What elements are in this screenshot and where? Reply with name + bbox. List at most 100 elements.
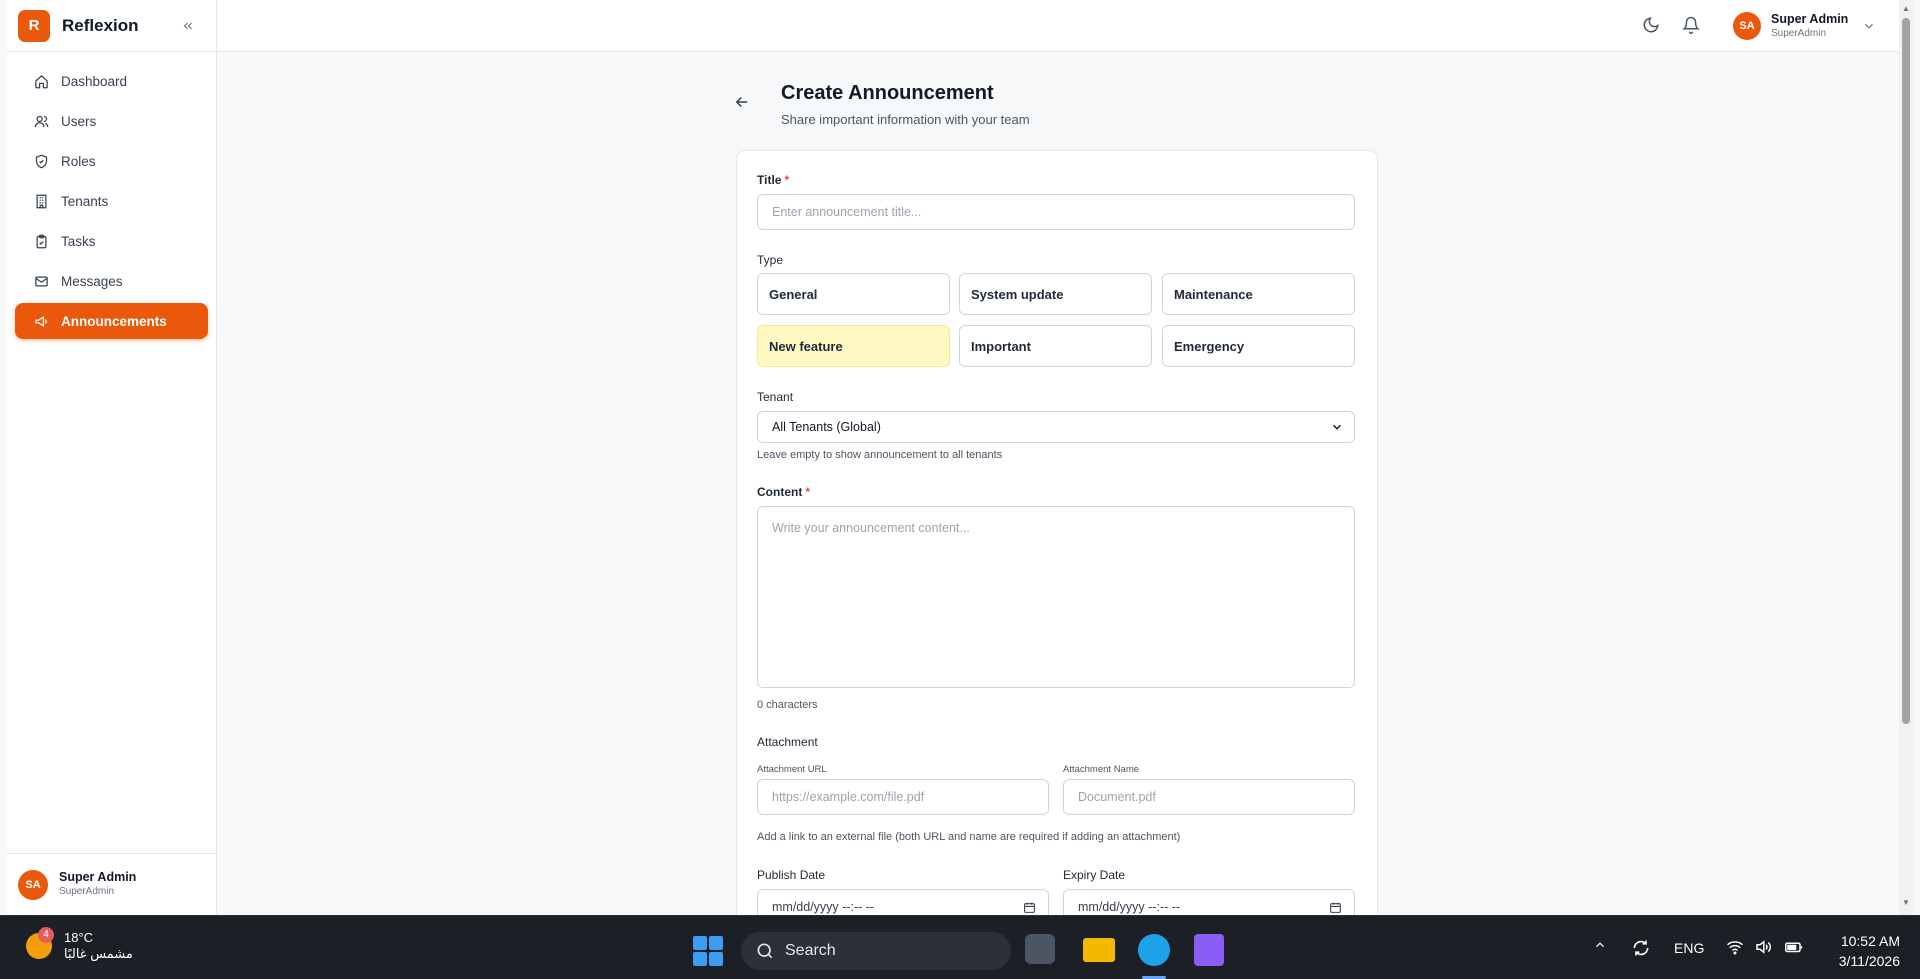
battery-icon[interactable]	[1784, 938, 1804, 959]
title-input[interactable]: Enter announcement title...	[757, 194, 1355, 230]
content-placeholder: Write your announcement content...	[772, 521, 970, 535]
tenant-help-text: Leave empty to show announcement to all …	[757, 449, 1003, 461]
clock-time: 10:52 AM	[1840, 933, 1900, 949]
scroll-up-icon[interactable]: ▲	[1901, 4, 1911, 14]
type-maintenance-button[interactable]: Maintenance	[1162, 273, 1355, 315]
system-clock[interactable]: 10:52 AM 3/11/2026	[1820, 931, 1900, 972]
required-marker: *	[805, 485, 810, 499]
content-label-text: Content	[757, 485, 803, 499]
user-menu[interactable]: SA Super Admin SuperAdmin	[1733, 12, 1876, 41]
user-role: SuperAdmin	[59, 886, 115, 898]
tenant-label: Tenant	[757, 390, 794, 404]
sidebar-item-tasks[interactable]: Tasks	[15, 223, 208, 259]
sidebar-item-announcements[interactable]: Announcements	[15, 303, 208, 339]
sidebar-user[interactable]: SA Super Admin SuperAdmin	[7, 853, 216, 915]
type-important-button[interactable]: Important	[959, 325, 1152, 367]
page-title: Create Announcement	[781, 82, 994, 104]
user-name: Super Admin	[59, 870, 137, 885]
type-system-update-button[interactable]: System update	[959, 273, 1152, 315]
sidebar-item-label: Users	[61, 113, 97, 129]
type-emergency-button[interactable]: Emergency	[1162, 325, 1355, 367]
task-view-icon[interactable]	[1025, 934, 1055, 964]
attachment-help-text: Add a link to an external file (both URL…	[757, 831, 1181, 843]
title-label: Title *	[757, 173, 789, 187]
volume-icon[interactable]	[1754, 938, 1772, 959]
sidebar-item-label: Tenants	[61, 193, 109, 209]
brand-name[interactable]: Reflexion	[62, 16, 139, 36]
chevron-down-icon	[1332, 424, 1342, 430]
calendar-icon[interactable]	[1329, 901, 1342, 914]
top-header: SA Super Admin SuperAdmin	[217, 0, 1907, 52]
collapse-sidebar-icon[interactable]	[178, 16, 198, 36]
required-marker: *	[784, 173, 790, 187]
calendar-icon[interactable]	[1023, 901, 1036, 914]
user-role: SuperAdmin	[1771, 27, 1827, 39]
sidebar-item-label: Tasks	[61, 233, 96, 249]
windows-start-icon[interactable]	[693, 936, 723, 966]
language-indicator[interactable]: ENG	[1674, 940, 1704, 956]
visual-studio-icon[interactable]	[1194, 934, 1224, 966]
sidebar-item-roles[interactable]: Roles	[15, 143, 208, 179]
temperature: 18°C	[64, 930, 94, 945]
notification-badge: 4	[38, 926, 54, 943]
attachment-name-input[interactable]: Document.pdf	[1063, 779, 1355, 815]
shield-icon	[35, 154, 48, 168]
sidebar-item-label: Dashboard	[61, 73, 128, 89]
clock-date: 3/11/2026	[1838, 953, 1900, 970]
content-label: Content *	[757, 485, 810, 499]
announcement-form: Title * Enter announcement title... Type …	[736, 150, 1378, 915]
content-textarea[interactable]: Write your announcement content...	[757, 506, 1355, 688]
back-arrow-icon[interactable]	[733, 93, 751, 111]
expiry-date-label: Expiry Date	[1063, 868, 1126, 882]
browser-viewport: R Reflexion Dashboard Users Roles Tenant…	[7, 0, 1913, 915]
sidebar-nav: Dashboard Users Roles Tenants Tasks Mess…	[7, 52, 216, 339]
attachment-name-placeholder: Document.pdf	[1078, 790, 1156, 804]
avatar: SA	[1733, 12, 1761, 41]
title-placeholder: Enter announcement title...	[772, 205, 922, 219]
sidebar-item-dashboard[interactable]: Dashboard	[15, 63, 208, 99]
sidebar-item-messages[interactable]: Messages	[15, 263, 208, 299]
chevron-up-icon[interactable]	[1593, 938, 1607, 955]
clipboard-icon	[36, 234, 47, 248]
weather-widget[interactable]: 4 18°C مشمس غالبًا	[26, 926, 133, 961]
type-new-feature-button[interactable]: New feature	[757, 325, 950, 367]
file-explorer-icon[interactable]	[1083, 938, 1115, 962]
sidebar: R Reflexion Dashboard Users Roles Tenant…	[7, 0, 217, 915]
attachment-url-input[interactable]: https://example.com/file.pdf	[757, 779, 1049, 815]
avatar: SA	[18, 869, 48, 900]
character-count: 0 characters	[757, 699, 818, 711]
attachment-name-label: Attachment Name	[1063, 764, 1140, 775]
sync-icon[interactable]	[1631, 938, 1651, 961]
page-scrollbar[interactable]: ▲ ▼	[1899, 0, 1913, 915]
sidebar-item-label: Messages	[61, 273, 123, 289]
tenant-selected-value: All Tenants (Global)	[772, 420, 881, 434]
edge-browser-icon[interactable]	[1138, 934, 1170, 966]
taskbar-search[interactable]: Search	[741, 932, 1011, 970]
tenant-select[interactable]: All Tenants (Global)	[757, 411, 1355, 443]
building-icon	[36, 194, 47, 208]
weather-sun-icon: 4	[26, 926, 54, 959]
publish-date-input[interactable]: mm/dd/yyyy --:-- --	[757, 889, 1049, 915]
type-label: Type	[757, 253, 784, 267]
scrollbar-thumb[interactable]	[1902, 18, 1910, 724]
user-name: Super Admin	[1771, 12, 1849, 26]
scroll-down-icon[interactable]: ▼	[1901, 898, 1911, 908]
sidebar-item-tenants[interactable]: Tenants	[15, 183, 208, 219]
mail-icon	[35, 276, 48, 286]
wifi-icon[interactable]	[1726, 938, 1744, 959]
type-general-button[interactable]: General	[757, 273, 950, 315]
bell-icon[interactable]	[1681, 16, 1702, 36]
attachment-label: Attachment	[757, 735, 818, 749]
attachment-url-label: Attachment URL	[757, 764, 827, 775]
moon-icon[interactable]	[1642, 16, 1662, 36]
brand-logo[interactable]: R	[18, 9, 50, 42]
sidebar-item-users[interactable]: Users	[15, 103, 208, 139]
title-label-text: Title	[757, 173, 782, 187]
attachment-url-placeholder: https://example.com/file.pdf	[772, 790, 925, 804]
sidebar-item-label: Announcements	[61, 313, 167, 329]
megaphone-icon	[35, 315, 47, 327]
expiry-date-value: mm/dd/yyyy --:-- --	[1078, 900, 1181, 914]
expiry-date-input[interactable]: mm/dd/yyyy --:-- --	[1063, 889, 1355, 915]
chevron-down-icon	[1865, 23, 1874, 29]
publish-date-value: mm/dd/yyyy --:-- --	[772, 900, 875, 914]
